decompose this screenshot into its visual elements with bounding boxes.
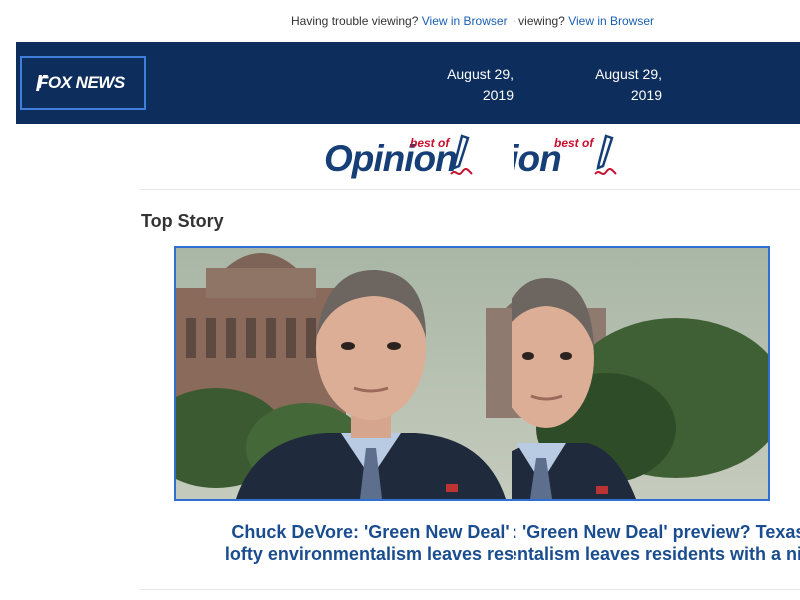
pen-icon-repeat xyxy=(594,134,617,175)
issue-date-repeat: August 29, 2019 xyxy=(586,64,662,106)
top-story-image-right xyxy=(512,248,768,499)
view-in-browser-link[interactable]: View in Browser xyxy=(422,14,508,28)
pen-icon xyxy=(450,134,473,175)
date-line2: 2019 xyxy=(482,87,514,103)
date-line1: August 29, xyxy=(447,66,514,82)
headline-text: Chuck DeVore: 'Green New Deal' preview? … xyxy=(140,521,514,565)
divider-top xyxy=(140,189,800,190)
news-photo-repeat xyxy=(512,248,768,499)
preheader-text: Having trouble viewing? xyxy=(291,14,419,28)
top-story-image-left xyxy=(176,248,512,499)
best-of-tag: best of xyxy=(410,136,450,150)
headline-line1: Chuck DeVore: 'Green New Deal' preview? … xyxy=(231,522,514,542)
divider-bottom xyxy=(140,589,800,590)
best-of-opinion-banner: Opinion best of Opinion best of xyxy=(0,130,800,188)
logo-text: FOX NEWS xyxy=(38,73,125,92)
view-in-browser-link-repeat[interactable]: View in Browser xyxy=(568,14,654,28)
preheader-text-repeat: Having trouble viewing? xyxy=(514,14,565,28)
preheader-left: Having trouble viewing? View in Browser xyxy=(291,14,514,28)
section-title: Top Story xyxy=(141,211,224,231)
preheader: Having trouble viewing? View in Browser … xyxy=(0,14,800,30)
headline-text-repeat: Chuck DeVore: 'Green New Deal' preview? … xyxy=(514,521,800,565)
top-story-headline-repeat[interactable]: Chuck DeVore: 'Green New Deal' preview? … xyxy=(514,521,800,571)
date-line1-repeat: August 29, xyxy=(595,66,662,82)
top-story-image[interactable] xyxy=(174,246,770,501)
headline-line2-repeat: lofty environmentalism leaves residents … xyxy=(514,544,800,564)
date-line2-repeat: 2019 xyxy=(630,87,662,103)
headline-line1-repeat: Chuck DeVore: 'Green New Deal' preview? … xyxy=(514,522,800,542)
news-photo xyxy=(176,248,512,499)
preheader-right: Having trouble viewing? View in Browser xyxy=(514,14,654,28)
top-story-headline[interactable]: Chuck DeVore: 'Green New Deal' preview? … xyxy=(140,521,514,571)
opinion-logo: Opinion best of xyxy=(324,130,514,188)
opinion-logo-repeat: Opinion best of xyxy=(514,130,624,188)
headline-line2: lofty environmentalism leaves residents … xyxy=(224,544,514,564)
issue-date: August 29, 2019 xyxy=(436,64,514,106)
best-of-tag-repeat: best of xyxy=(554,136,594,150)
header-bar: FOX NEWS August 29, 2019 August 29, 2019 xyxy=(16,42,800,124)
fox-news-logo[interactable]: FOX NEWS xyxy=(20,56,146,110)
